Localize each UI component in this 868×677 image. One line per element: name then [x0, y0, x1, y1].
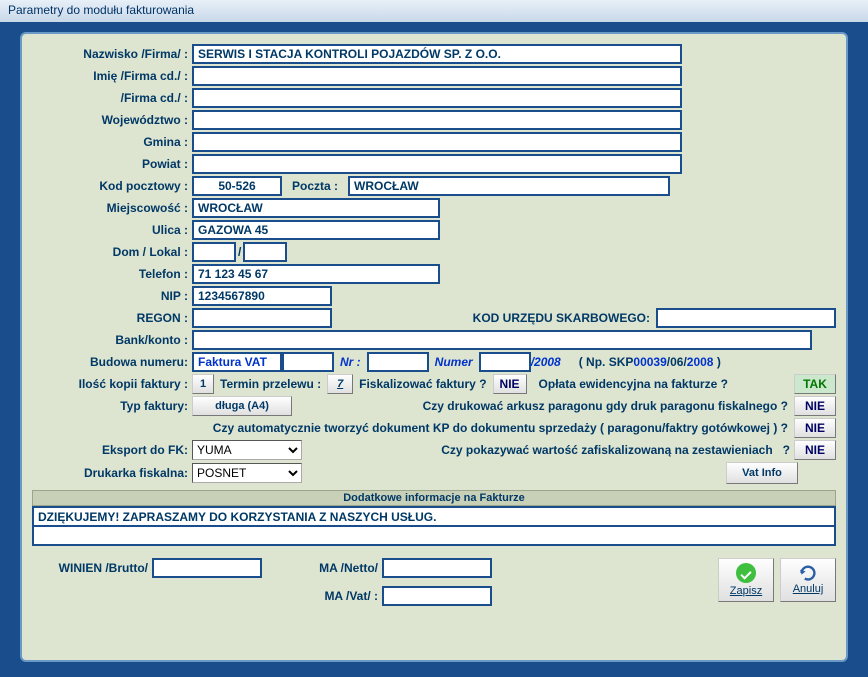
btn-zapisz-label: Zapisz	[730, 585, 762, 597]
label-winien: WINIEN /Brutto/	[32, 561, 152, 575]
toggle-czy-pokazywac[interactable]: NIE	[794, 440, 836, 460]
label-gmina: Gmina :	[32, 135, 192, 149]
label-kod-us: KOD URZĘDU SKARBOWEGO:	[467, 311, 656, 325]
label-drukarka: Drukarka fiskalna:	[32, 466, 192, 480]
select-drukarka[interactable]: POSNET	[192, 463, 302, 483]
input-ulica[interactable]	[192, 220, 440, 240]
btn-termin[interactable]: 7	[327, 374, 353, 394]
label-telefon: Telefon :	[32, 267, 192, 281]
btn-typ-faktury[interactable]: długa (A4)	[192, 396, 292, 416]
question-mark: ?	[779, 443, 794, 457]
input-gmina[interactable]	[192, 132, 682, 152]
input-dodatkowe-1[interactable]	[32, 506, 836, 526]
input-firmacd[interactable]	[192, 88, 682, 108]
input-winien[interactable]	[152, 558, 262, 578]
label-kod: Kod pocztowy :	[32, 179, 192, 193]
example-text: ( Np. SKP00039/06/2008 )	[567, 355, 721, 369]
main-panel: Nazwisko /Firma/ : Imię /Firma cd./ : /F…	[20, 32, 848, 662]
input-budowa-blank[interactable]	[282, 352, 334, 372]
input-nip[interactable]	[192, 286, 332, 306]
input-woj[interactable]	[192, 110, 682, 130]
input-regon[interactable]	[192, 308, 332, 328]
input-budowa-nr[interactable]	[367, 352, 429, 372]
input-imie[interactable]	[192, 66, 682, 86]
label-domlokal: Dom / Lokal :	[32, 245, 192, 259]
toggle-oplata-ewid[interactable]: TAK	[794, 374, 836, 394]
input-kod-us[interactable]	[656, 308, 836, 328]
label-nip: NIP :	[32, 289, 192, 303]
btn-anuluj-label: Anuluj	[793, 583, 824, 595]
input-budowa-numer[interactable]	[479, 352, 531, 372]
label-poczta: Poczta :	[282, 179, 348, 193]
label-oplata-ewid: Opłata ewidencyjna na fakturze ?	[527, 377, 794, 391]
input-lokal[interactable]	[243, 242, 287, 262]
dodatkowe-box	[32, 506, 836, 546]
btn-anuluj[interactable]: Anuluj	[780, 558, 836, 602]
input-dodatkowe-2[interactable]	[32, 526, 836, 546]
label-ulica: Ulica :	[32, 223, 192, 237]
input-telefon[interactable]	[192, 264, 440, 284]
label-slash: /	[236, 245, 243, 259]
undo-icon	[798, 565, 818, 581]
label-nr: Nr :	[334, 355, 367, 369]
label-czy-drukowac: Czy drukować arkusz paragonu gdy druk pa…	[292, 399, 794, 413]
toggle-czy-drukowac[interactable]: NIE	[794, 396, 836, 416]
label-miejsc: Miejscowość :	[32, 201, 192, 215]
input-ma-netto[interactable]	[382, 558, 492, 578]
input-powiat[interactable]	[192, 154, 682, 174]
input-kod[interactable]	[192, 176, 282, 196]
input-miejsc[interactable]	[192, 198, 440, 218]
toggle-czy-auto-kp[interactable]: NIE	[794, 418, 836, 438]
check-icon	[736, 563, 756, 583]
window-title: Parametry do modułu fakturowania	[0, 0, 868, 22]
label-regon: REGON :	[32, 311, 192, 325]
label-czy-auto-kp: Czy automatycznie tworzyć dokument KP do…	[32, 421, 794, 435]
input-bank[interactable]	[192, 330, 812, 350]
label-nazwisko: Nazwisko /Firma/ :	[32, 47, 192, 61]
label-typ-faktury: Typ faktury:	[32, 399, 192, 413]
label-fiskalizowac: Fiskalizować faktury ?	[353, 377, 492, 391]
input-dom[interactable]	[192, 242, 236, 262]
label-firmacd: /Firma cd./ :	[32, 91, 192, 105]
label-imie: Imię /Firma cd./ :	[32, 69, 192, 83]
label-ma-vat: MA /Vat/ :	[302, 589, 382, 603]
label-termin: Termin przelewu :	[214, 377, 327, 391]
label-woj: Województwo :	[32, 113, 192, 127]
select-eksport-fk[interactable]: YUMA	[192, 440, 302, 460]
btn-zapisz[interactable]: Zapisz	[718, 558, 774, 602]
label-ma-netto: MA /Netto/	[302, 561, 382, 575]
section-dodatkowe: Dodatkowe informacje na Fakturze	[32, 490, 836, 506]
input-ma-vat[interactable]	[382, 586, 492, 606]
footer-buttons: Zapisz Anuluj	[718, 558, 836, 602]
toggle-fiskalizowac[interactable]: NIE	[493, 374, 527, 394]
label-czy-pokazywac: Czy pokazywać wartość zafiskalizowaną na…	[302, 443, 779, 457]
label-eksport-fk: Eksport do FK:	[32, 443, 192, 457]
input-poczta[interactable]	[348, 176, 670, 196]
label-budowa: Budowa numeru:	[32, 355, 192, 369]
label-rok: /2008	[531, 355, 567, 369]
label-bank: Bank/konto :	[32, 333, 192, 347]
btn-vat-info[interactable]: Vat Info	[726, 462, 798, 484]
label-powiat: Powiat :	[32, 157, 192, 171]
label-numer: Numer	[429, 355, 479, 369]
input-budowa-prefix[interactable]	[192, 352, 282, 372]
btn-ilosc-kopii[interactable]: 1	[192, 374, 214, 394]
app-window: Parametry do modułu fakturowania Nazwisk…	[0, 0, 868, 677]
input-nazwisko[interactable]	[192, 44, 682, 64]
label-ilosc-kopii: Ilość kopii faktury :	[32, 377, 192, 391]
